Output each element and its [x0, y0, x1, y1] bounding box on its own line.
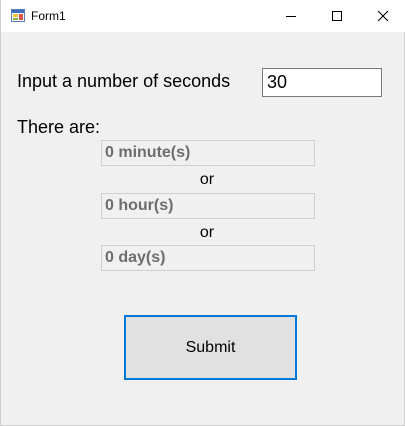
maximize-button[interactable]	[314, 0, 360, 32]
minutes-output: 0 minute(s)	[101, 140, 315, 166]
minimize-icon	[286, 16, 296, 17]
days-output: 0 day(s)	[101, 245, 315, 271]
title-bar[interactable]: Form1	[1, 0, 405, 32]
seconds-prompt-label: Input a number of seconds	[17, 71, 231, 91]
close-button[interactable]	[360, 0, 405, 32]
close-icon	[377, 10, 389, 22]
or-label-2: or	[199, 224, 215, 241]
seconds-input[interactable]	[262, 68, 382, 97]
window-title: Form1	[31, 9, 66, 23]
app-form-icon	[11, 9, 25, 22]
there-are-label: There are:	[17, 117, 101, 137]
form-window: Form1 Input a number of seconds There ar…	[0, 0, 405, 426]
maximize-icon	[332, 11, 342, 21]
or-label-1: or	[199, 171, 215, 188]
hours-output: 0 hour(s)	[101, 193, 315, 219]
minimize-button[interactable]	[268, 0, 314, 32]
submit-button[interactable]: Submit	[124, 315, 297, 380]
